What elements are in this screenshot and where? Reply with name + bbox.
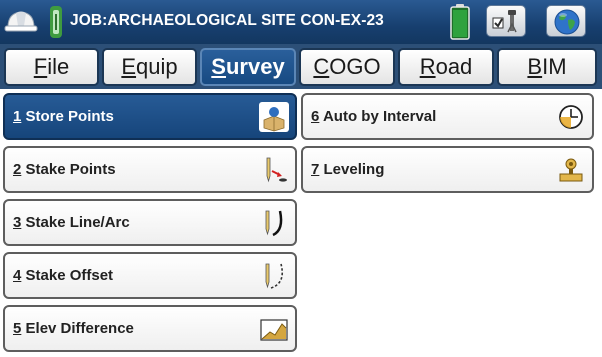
clock-icon bbox=[559, 105, 583, 129]
menu-item-elev-difference-num: 5 bbox=[13, 320, 22, 337]
menu-item-elev-difference-label: 5 Elev Difference bbox=[13, 320, 134, 337]
menu-item-stake-offset-text: Stake Offset bbox=[25, 267, 114, 284]
menu-item-store-points-num: 1 bbox=[13, 108, 22, 125]
menu-item-stake-points-num: 2 bbox=[13, 161, 22, 178]
tab-road[interactable]: Road bbox=[398, 48, 494, 86]
tab-equip-key: E bbox=[121, 54, 137, 79]
menu-item-stake-line-arc-text: Stake Line/Arc bbox=[25, 214, 130, 231]
tab-bim-key: B bbox=[527, 54, 543, 79]
menu-item-stake-points-text: Stake Points bbox=[25, 161, 116, 178]
tab-survey-rest: urvey bbox=[225, 54, 285, 79]
store-points-icon bbox=[259, 102, 289, 132]
menu-item-leveling-text: Leveling bbox=[323, 161, 385, 178]
tab-bim-rest: IM bbox=[542, 54, 567, 79]
tab-bim[interactable]: BIM bbox=[497, 48, 597, 86]
tab-cogo-rest: OGO bbox=[329, 54, 381, 79]
tab-equip[interactable]: Equip bbox=[102, 48, 197, 86]
menu-item-elev-difference[interactable]: 5 Elev Difference bbox=[3, 305, 297, 352]
menu-item-stake-points[interactable]: 2 Stake Points bbox=[3, 146, 297, 193]
globe-icon bbox=[554, 9, 580, 35]
menu-item-stake-offset-label: 4 Stake Offset bbox=[13, 267, 113, 284]
menu-item-store-points-text: Store Points bbox=[25, 108, 114, 125]
instrument-settings-icon bbox=[492, 10, 517, 33]
menu-item-auto-by-interval-label: 6 Auto by Interval bbox=[311, 108, 436, 125]
tab-survey[interactable]: Survey bbox=[200, 48, 296, 86]
menu-item-store-points-label: 1 Store Points bbox=[13, 108, 114, 125]
stake-offset-icon bbox=[265, 263, 284, 289]
job-receiver-icon[interactable] bbox=[47, 5, 65, 39]
tab-file-key: F bbox=[33, 54, 48, 79]
survey-menu: 1 Store Points 2 Stake Points 3 Stake Li… bbox=[0, 89, 602, 357]
job-title: JOB:ARCHAEOLOGICAL SITE CON-EX-23 bbox=[70, 12, 384, 29]
menu-item-stake-line-arc-label: 3 Stake Line/Arc bbox=[13, 214, 130, 231]
tab-survey-key: S bbox=[211, 54, 226, 79]
tab-file-rest: ile bbox=[47, 54, 70, 79]
menu-item-auto-by-interval-text: Auto by Interval bbox=[322, 108, 437, 125]
leveling-icon bbox=[559, 158, 583, 182]
menu-item-leveling-num: 7 bbox=[311, 161, 320, 178]
menu-item-stake-offset-num: 4 bbox=[13, 267, 22, 284]
tab-cogo[interactable]: COGO bbox=[299, 48, 395, 86]
stake-line-arc-icon bbox=[265, 210, 283, 237]
title-bar: JOB:ARCHAEOLOGICAL SITE CON-EX-23 bbox=[0, 0, 602, 44]
tab-cogo-key: C bbox=[313, 54, 330, 79]
menu-item-stake-points-label: 2 Stake Points bbox=[13, 161, 116, 178]
menu-item-stake-offset[interactable]: 4 Stake Offset bbox=[3, 252, 297, 299]
hard-hat-icon[interactable] bbox=[4, 7, 38, 35]
tab-road-key: R bbox=[419, 54, 436, 79]
elev-difference-icon bbox=[260, 319, 288, 341]
tab-bar: File Equip Survey COGO Road BIM bbox=[0, 44, 602, 89]
menu-item-auto-by-interval[interactable]: 6 Auto by Interval bbox=[301, 93, 594, 140]
menu-item-stake-line-arc-num: 3 bbox=[13, 214, 22, 231]
tab-file[interactable]: File bbox=[4, 48, 99, 86]
map-view-button[interactable] bbox=[546, 5, 586, 37]
tab-road-rest: oad bbox=[435, 54, 473, 79]
menu-item-leveling-label: 7 Leveling bbox=[311, 161, 384, 178]
battery-icon bbox=[450, 4, 470, 40]
menu-item-leveling[interactable]: 7 Leveling bbox=[301, 146, 594, 193]
instrument-settings-button[interactable] bbox=[486, 5, 526, 37]
stake-points-icon bbox=[266, 157, 287, 183]
tab-equip-rest: quip bbox=[136, 54, 178, 79]
menu-item-auto-by-interval-num: 6 bbox=[311, 108, 320, 125]
menu-item-stake-line-arc[interactable]: 3 Stake Line/Arc bbox=[3, 199, 297, 246]
menu-item-elev-difference-text: Elev Difference bbox=[25, 320, 134, 337]
menu-item-store-points[interactable]: 1 Store Points bbox=[3, 93, 297, 140]
